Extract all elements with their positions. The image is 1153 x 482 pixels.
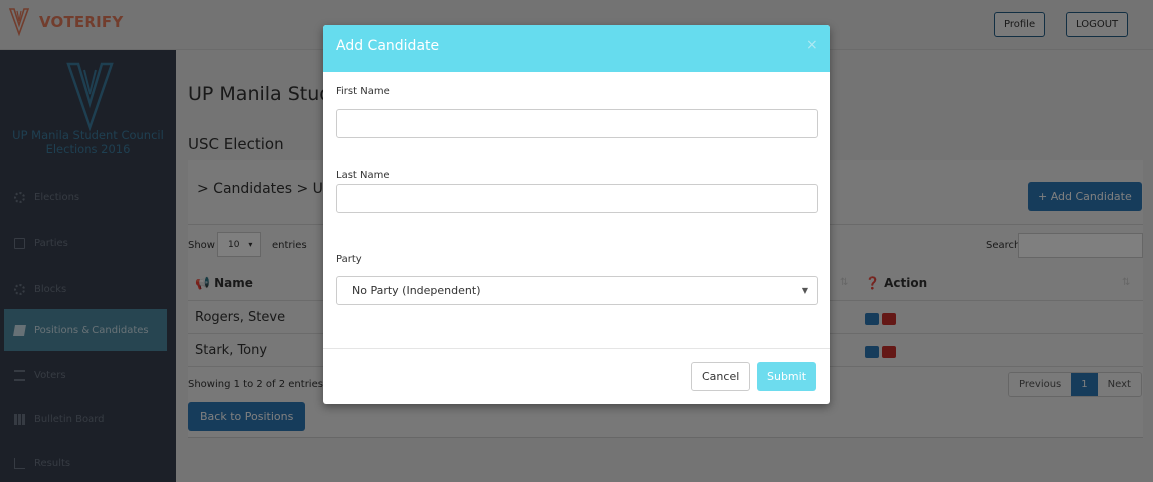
chevron-down-icon: ▼ [801,286,808,295]
last-name-label: Last Name [336,170,390,181]
modal-footer-divider [323,348,830,349]
first-name-label: First Name [336,86,390,97]
first-name-field[interactable] [336,109,818,138]
submit-button[interactable]: Submit [757,362,817,391]
modal-title: Add Candidate [336,38,440,54]
cancel-button[interactable]: Cancel [691,362,751,391]
party-selected-value: No Party (Independent) [352,284,481,297]
party-label: Party [336,254,362,265]
modal-header: Add Candidate × [323,25,830,72]
close-icon[interactable]: × [806,37,818,53]
party-select[interactable]: No Party (Independent) ▼ [336,276,818,305]
add-candidate-modal: Add Candidate × First Name Last Name Par… [323,25,830,404]
last-name-field[interactable] [336,184,818,213]
